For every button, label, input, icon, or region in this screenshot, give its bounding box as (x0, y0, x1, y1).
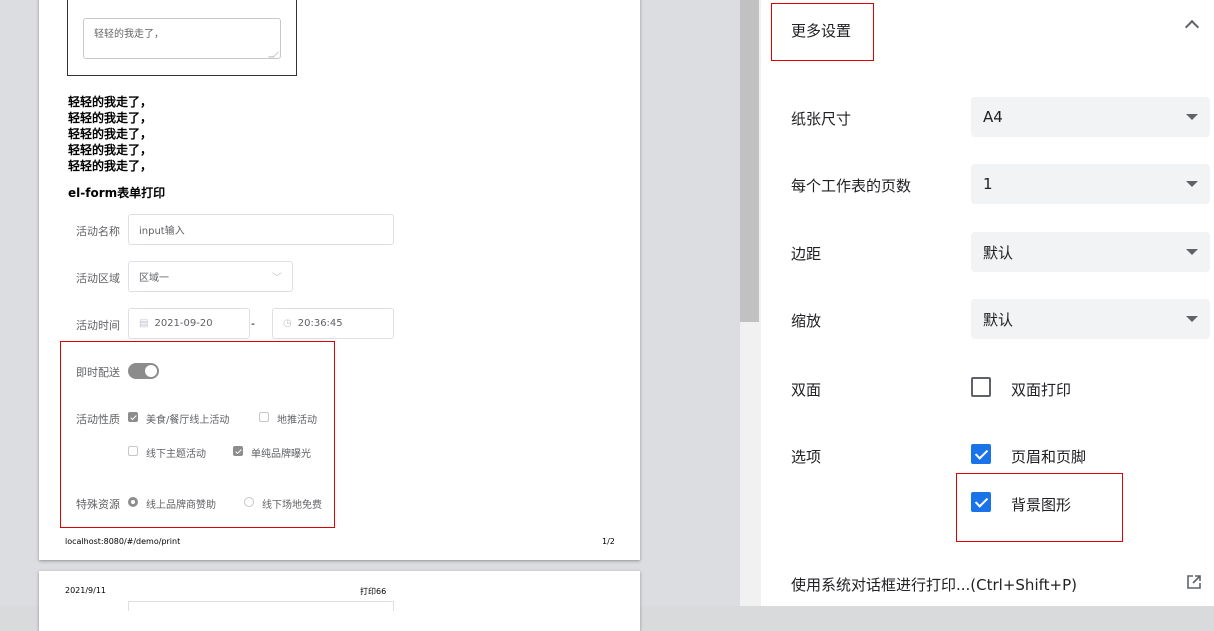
activity-region-label: 活动区域 (76, 272, 120, 285)
activity-region-value: 区域一 (139, 273, 169, 284)
option-ground-promo: 地推活动 (277, 415, 317, 426)
time-value: 20:36:45 (297, 318, 343, 329)
time-separator: - (251, 317, 255, 330)
option-online-food: 美食/餐厅线上活动 (146, 415, 230, 426)
form-title: el-form表单打印 (68, 186, 166, 200)
background-graphics-label[interactable]: 背景图形 (1011, 494, 1071, 515)
option-offline-venue: 线下场地免费 (262, 500, 322, 511)
page-footer-url: localhost:8080/#/demo/print (65, 537, 181, 546)
paper-size-value: A4 (983, 108, 1003, 126)
margins-value: 默认 (983, 243, 1014, 262)
time-picker: ◷ 20:36:45 (272, 308, 394, 339)
dropdown-arrow-icon (1186, 181, 1198, 187)
options-label: 选项 (791, 448, 822, 466)
page-header-title: 打印66 (360, 587, 387, 596)
background-graphics-checkbox[interactable] (971, 492, 991, 512)
margins-label: 边距 (791, 245, 822, 263)
system-dialog-link[interactable]: 使用系统对话框进行打印...(Ctrl+Shift+P) (791, 574, 1077, 595)
activity-region-select: 区域一 ﹀ (128, 261, 293, 292)
input-partial (128, 601, 394, 611)
clock-icon: ◷ (283, 318, 292, 329)
duplex-label: 双面 (791, 381, 822, 399)
more-settings-title[interactable]: 更多设置 (791, 20, 851, 41)
page-header-date: 2021/9/11 (65, 586, 107, 595)
checkbox-offline-theme (128, 446, 138, 456)
print-settings-panel: 更多设置 纸张尺寸 A4 每个工作表的页数 1 边距 默认 缩放 默认 双面 双… (761, 0, 1214, 606)
scale-label: 缩放 (791, 312, 822, 330)
paper-size-label: 纸张尺寸 (791, 110, 852, 128)
pages-per-sheet-select[interactable]: 1 (971, 164, 1210, 204)
activity-name-label: 活动名称 (76, 225, 120, 238)
instant-delivery-label: 即时配送 (76, 366, 120, 379)
duplex-option-label[interactable]: 双面打印 (1011, 379, 1071, 400)
date-value: 2021-09-20 (154, 318, 213, 329)
activity-name-value: input输入 (139, 226, 185, 237)
option-offline-theme: 线下主题活动 (146, 449, 206, 460)
poem-line: 轻轻的我走了， (68, 127, 153, 141)
activity-time-label: 活动时间 (76, 319, 120, 332)
activity-type-label: 活动性质 (76, 413, 120, 426)
pages-per-sheet-value: 1 (983, 175, 993, 193)
preview-scrollbar-thumb[interactable] (740, 0, 759, 322)
checkbox-brand-exposure (233, 446, 243, 456)
margins-select[interactable]: 默认 (971, 232, 1210, 272)
preview-page-2: 2021/9/11 打印66 (39, 571, 640, 631)
chevron-down-icon: ﹀ (272, 273, 282, 284)
poem-line: 轻轻的我走了， (68, 159, 153, 173)
pages-per-sheet-label: 每个工作表的页数 (791, 177, 912, 195)
dropdown-arrow-icon (1186, 114, 1198, 120)
paper-size-select[interactable]: A4 (971, 97, 1210, 137)
checkbox-online-food (128, 412, 138, 422)
dropdown-arrow-icon (1186, 249, 1198, 255)
activity-name-input: input输入 (128, 214, 394, 245)
calendar-icon: ▤ (139, 318, 149, 329)
poem-line: 轻轻的我走了， (68, 111, 153, 125)
option-online-sponsor: 线上品牌商赞助 (146, 500, 216, 511)
preview-page-1: 轻轻的我走了， 轻轻的我走了， 轻轻的我走了， 轻轻的我走了， 轻轻的我走了， … (39, 0, 640, 560)
open-external-icon[interactable] (1187, 574, 1201, 589)
option-brand-exposure: 单纯品牌曝光 (251, 449, 311, 460)
scale-select[interactable]: 默认 (971, 299, 1210, 339)
checkbox-ground-promo (259, 412, 269, 422)
special-resource-label: 特殊资源 (76, 498, 120, 511)
headers-footers-checkbox[interactable] (971, 444, 991, 464)
scale-value: 默认 (983, 310, 1014, 329)
radio-online-sponsor (128, 497, 138, 507)
poem-line: 轻轻的我走了， (68, 95, 153, 109)
dropdown-arrow-icon (1186, 316, 1198, 322)
chevron-up-icon[interactable] (1184, 19, 1200, 35)
page-footer-number: 1/2 (602, 537, 615, 546)
print-preview-area: 轻轻的我走了， 轻轻的我走了， 轻轻的我走了， 轻轻的我走了， 轻轻的我走了， … (0, 0, 740, 631)
radio-offline-venue (244, 497, 254, 507)
poem-line: 轻轻的我走了， (68, 143, 153, 157)
textarea-field: 轻轻的我走了， (83, 18, 281, 59)
date-picker: ▤ 2021-09-20 (128, 308, 250, 339)
instant-delivery-toggle (128, 363, 159, 379)
toggle-knob (145, 365, 157, 377)
duplex-checkbox[interactable] (971, 377, 991, 397)
headers-footers-label[interactable]: 页眉和页脚 (1011, 446, 1086, 467)
